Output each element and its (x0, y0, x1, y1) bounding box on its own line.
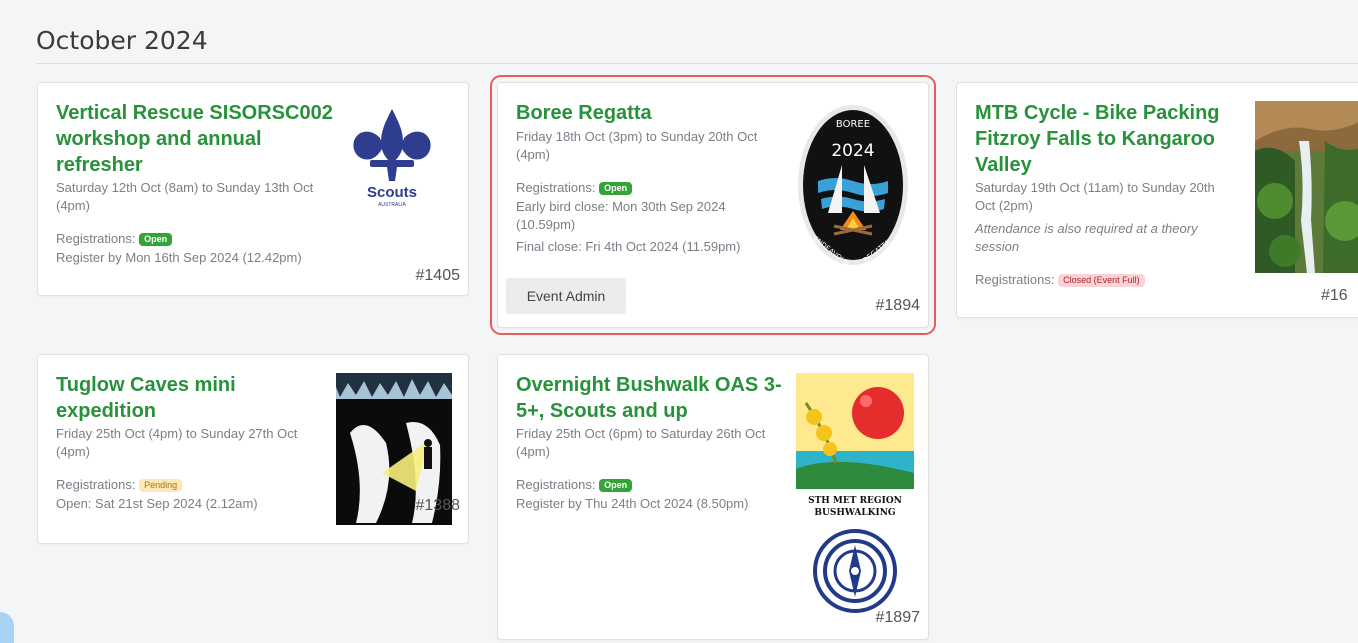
status-badge-pending: Pending (139, 479, 183, 492)
event-dates: Saturday 12th Oct (8am) to Sunday 13th O… (56, 180, 314, 213)
event-title[interactable]: Tuglow Caves mini expedition (56, 372, 316, 424)
side-panel-tab[interactable] (0, 612, 14, 643)
event-id: #1388 (415, 497, 461, 514)
badge-year-text: 2024 (831, 141, 874, 161)
logo-subtext: AUSTRALIA (378, 202, 406, 208)
status-badge-open: Open (599, 182, 633, 195)
status-badge-closed: Closed (Event Full) (1058, 274, 1145, 287)
heading-divider (36, 63, 1358, 64)
event-card-tuglow-caves[interactable]: Tuglow Caves mini expedition Friday 25th… (37, 354, 469, 544)
badge-line2: BUSHWALKING (814, 508, 895, 518)
event-title[interactable]: MTB Cycle - Bike Packing Fitzroy Falls t… (975, 100, 1250, 178)
early-bird-close-text: Early bird close: Mon 30th Sep 2024 (10.… (516, 199, 726, 232)
final-close-text: Final close: Fri 4th Oct 2024 (11.59pm) (516, 239, 741, 254)
event-title[interactable]: Boree Regatta (516, 100, 801, 126)
registration-status: Registrations: Open (516, 476, 633, 494)
status-badge-open: Open (599, 479, 633, 492)
event-id: #1897 (875, 609, 921, 626)
event-card-boree-regatta[interactable]: Boree Regatta Friday 18th Oct (3pm) to S… (490, 75, 936, 335)
registration-status: Registrations: Open (56, 230, 173, 248)
badge-line1: STH MET REGION (808, 496, 902, 506)
boree-regatta-badge: BOREE 2024 ENDEAVOUR REGATTA (798, 105, 908, 268)
waterfall-photo (1255, 101, 1358, 273)
open-date-text: Open: Sat 21st Sep 2024 (2.12am) (56, 496, 258, 511)
event-dates: Saturday 19th Oct (11am) to Sunday 20th … (975, 180, 1215, 213)
registration-label: Registrations: (516, 180, 596, 195)
register-by-text: Register by Mon 16th Sep 2024 (12.42pm) (56, 250, 302, 265)
registration-label: Registrations: (516, 477, 596, 492)
section-heading: October 2024 (36, 26, 208, 55)
registration-label: Registrations: (56, 477, 136, 492)
bushwalking-badge: STH MET REGION BUSHWALKING (796, 373, 914, 621)
registration-status: Registrations: Open (516, 179, 633, 197)
event-card-mtb-cycle[interactable]: MTB Cycle - Bike Packing Fitzroy Falls t… (956, 82, 1358, 318)
event-id: #16 (1321, 287, 1348, 304)
registration-status: Registrations: Closed (Event Full) (975, 271, 1145, 289)
status-badge-open: Open (139, 233, 173, 246)
badge-top-text: BOREE (836, 119, 870, 130)
event-title[interactable]: Overnight Bushwalk OAS 3-5+, Scouts and … (516, 372, 788, 424)
event-dates: Friday 25th Oct (6pm) to Saturday 26th O… (516, 426, 766, 459)
registration-status: Registrations: Pending (56, 476, 183, 494)
logo-text: Scouts (367, 184, 417, 201)
event-card-overnight-bushwalk[interactable]: Overnight Bushwalk OAS 3-5+, Scouts and … (497, 354, 929, 640)
event-title[interactable]: Vertical Rescue SISORSC002 workshop and … (56, 100, 341, 178)
scouts-australia-logo: Scouts AUSTRALIA (353, 109, 431, 208)
event-id: #1405 (415, 267, 461, 284)
registration-label: Registrations: (975, 272, 1055, 287)
registration-label: Registrations: (56, 231, 136, 246)
attendance-note: Attendance is also required at a theory … (975, 221, 1198, 254)
event-card-vertical-rescue[interactable]: Vertical Rescue SISORSC002 workshop and … (37, 82, 469, 296)
event-dates: Friday 18th Oct (3pm) to Sunday 20th Oct… (516, 129, 758, 162)
event-dates: Friday 25th Oct (4pm) to Sunday 27th Oct… (56, 426, 298, 459)
event-id: #1894 (875, 297, 921, 314)
event-admin-button[interactable]: Event Admin (506, 278, 626, 314)
register-by-text: Register by Thu 24th Oct 2024 (8.50pm) (516, 496, 749, 511)
